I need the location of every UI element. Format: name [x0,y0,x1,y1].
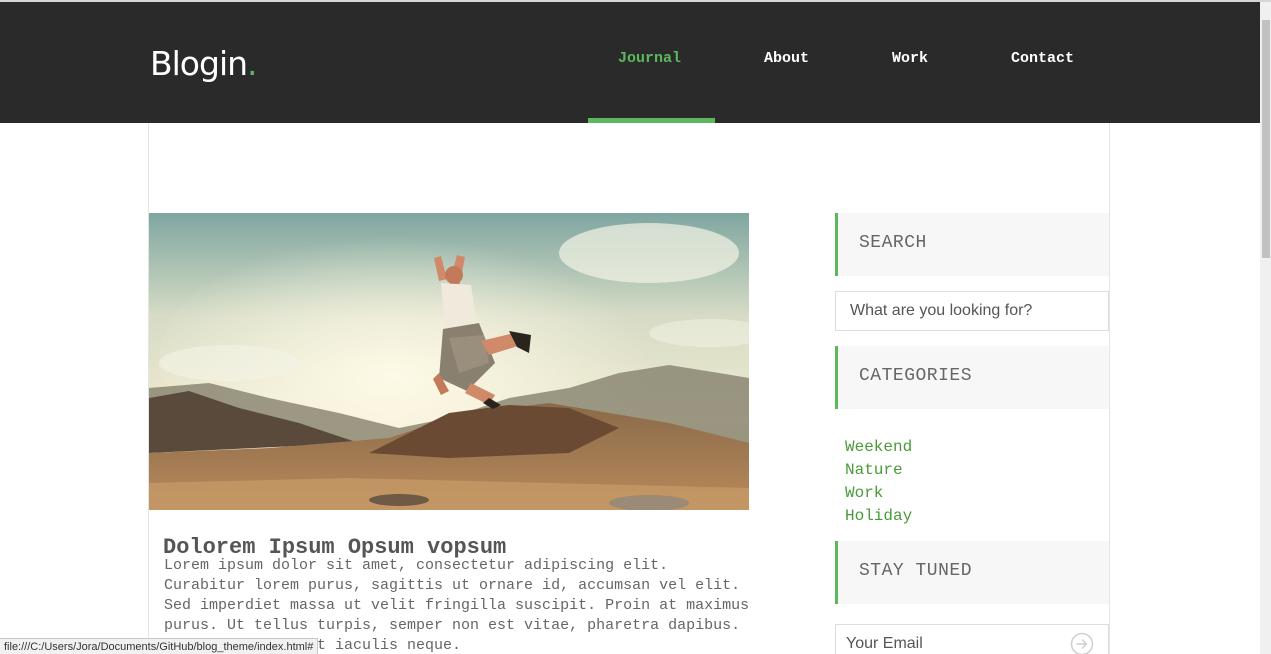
hero-illustration [149,213,749,510]
nav-journal[interactable]: Journal [618,50,681,68]
browser-status-url: file:///C:/Users/Jora/Documents/GitHub/b… [0,638,319,654]
categories-widget-title: CATEGORIES [859,366,973,386]
site-logo[interactable]: Blogin. [150,44,257,84]
email-input[interactable] [836,625,1086,654]
stay-tuned-widget-header: STAY TUNED [835,541,1109,604]
search-input[interactable] [835,291,1109,331]
nav-contact[interactable]: Contact [1011,50,1074,68]
category-link-weekend[interactable]: Weekend [845,436,912,459]
scrollbar-thumb[interactable] [1262,20,1270,258]
category-link-work[interactable]: Work [845,482,912,505]
categories-widget-header: CATEGORIES [835,346,1109,409]
categories-list: Weekend Nature Work Holiday [845,436,912,528]
nav-active-indicator [588,118,715,123]
post-hero-image[interactable] [149,213,749,510]
nav-work[interactable]: Work [892,50,928,68]
search-widget-header: SEARCH [835,213,1109,276]
nav-about[interactable]: About [764,50,809,68]
search-widget-title: SEARCH [859,233,927,253]
logo-dot: . [247,44,257,83]
stay-tuned-widget-title: STAY TUNED [859,561,973,581]
logo-text: Blogin [150,44,248,83]
newsletter-form [835,624,1109,654]
arrow-circle-right-icon[interactable] [1070,632,1094,654]
category-link-nature[interactable]: Nature [845,459,912,482]
content-border-right [1109,123,1110,654]
category-link-holiday[interactable]: Holiday [845,505,912,528]
